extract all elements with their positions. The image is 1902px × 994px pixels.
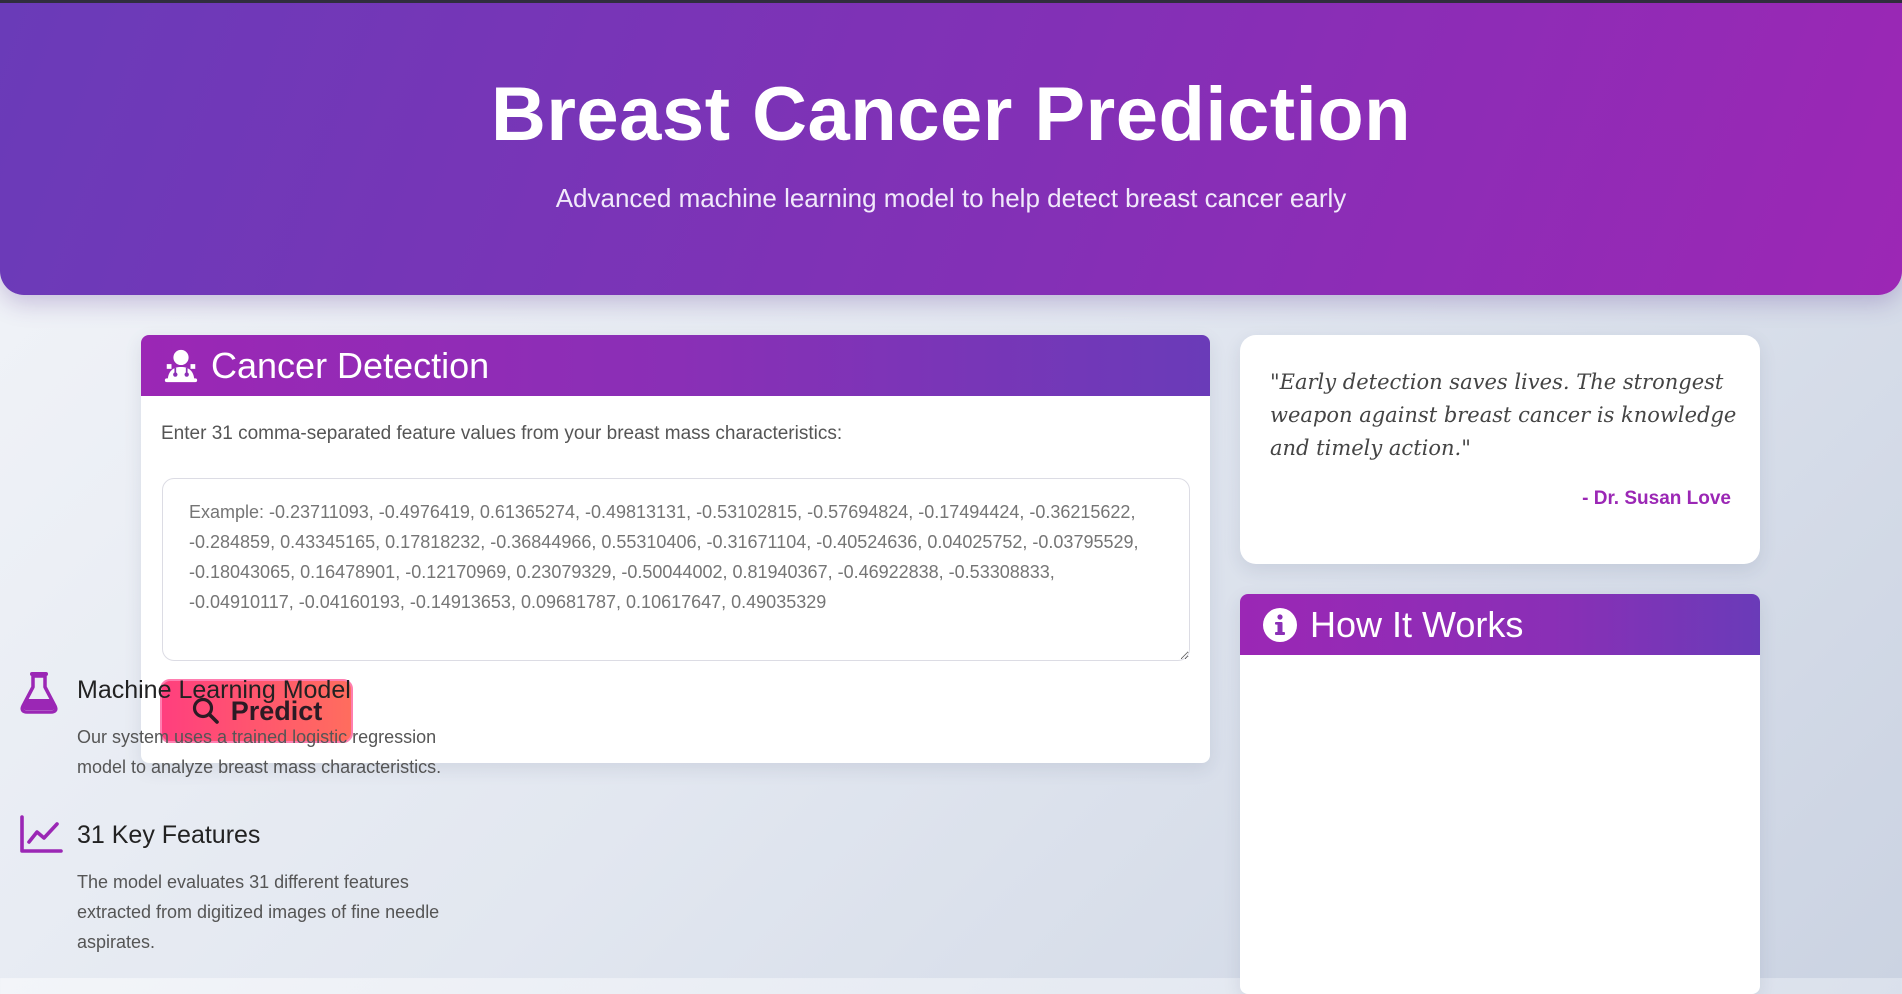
flask-icon <box>19 670 59 714</box>
page-subtitle: Advanced machine learning model to help … <box>555 183 1347 213</box>
quote-author: - Dr. Susan Love <box>1582 488 1731 509</box>
user-doctor-icon <box>161 346 201 386</box>
feature-desc-ml-model: Our system uses a trained logistic regre… <box>77 727 442 777</box>
chart-line-icon <box>19 815 63 859</box>
page-title: Breast Cancer Prediction <box>490 72 1412 157</box>
cancer-detection-title: Cancer Detection <box>211 344 490 386</box>
how-it-works-header: How It Works <box>1240 594 1760 655</box>
feature-values-input[interactable] <box>162 478 1190 661</box>
how-it-works-title: How It Works <box>1310 603 1524 645</box>
input-instruction: Enter 31 comma-separated feature values … <box>161 423 843 444</box>
cancer-detection-header: Cancer Detection <box>141 335 1210 396</box>
info-circle-icon <box>1260 605 1300 645</box>
quote-text: "Early detection saves lives. The strong… <box>1270 370 1737 460</box>
feature-title-ml-model: Machine Learning Model <box>77 676 351 704</box>
feature-title-key-features: 31 Key Features <box>77 821 261 849</box>
feature-desc-key-features: The model evaluates 31 different feature… <box>77 872 440 952</box>
how-it-works-card: How It Works <box>1240 594 1760 994</box>
quote-card: "Early detection saves lives. The strong… <box>1240 335 1760 564</box>
hero-banner: Breast Cancer Prediction Advanced machin… <box>0 3 1902 295</box>
